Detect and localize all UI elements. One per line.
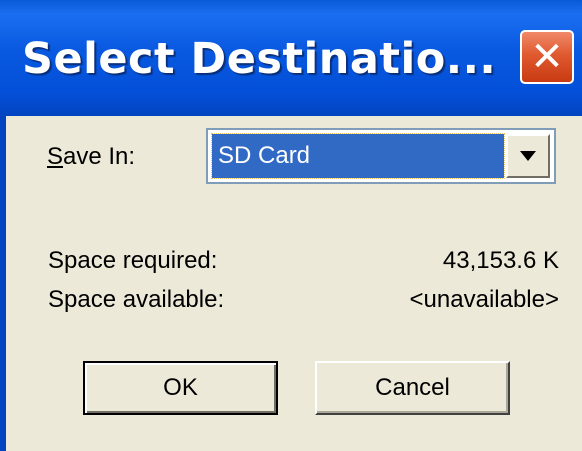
- cancel-button[interactable]: Cancel: [315, 361, 510, 415]
- close-button[interactable]: ✕: [520, 30, 574, 84]
- save-in-label: Save In:: [47, 143, 135, 171]
- save-in-label-mnemonic: S: [47, 143, 64, 170]
- space-available-label: Space available:: [48, 286, 225, 313]
- save-in-dropdown[interactable]: SD Card: [206, 128, 556, 184]
- save-in-selected-value[interactable]: SD Card: [211, 133, 505, 179]
- window-title: Select Destinatio...: [22, 34, 497, 84]
- space-required-label: Space required:: [48, 247, 218, 274]
- space-required-value: 43,153.6 K: [442, 247, 559, 274]
- dialog-window: Select Destinatio... ✕ Save In: SD Card …: [0, 0, 582, 451]
- close-icon: ✕: [530, 34, 564, 80]
- dropdown-button[interactable]: [506, 134, 550, 178]
- space-available-value: <unavailable>: [409, 286, 559, 313]
- save-in-label-text: ave In:: [63, 143, 136, 170]
- window-frame-left: [0, 116, 6, 451]
- chevron-down-icon: [520, 151, 536, 161]
- cancel-button-label: Cancel: [375, 374, 450, 401]
- title-bar[interactable]: Select Destinatio... ✕: [0, 0, 582, 116]
- ok-button[interactable]: OK: [83, 361, 278, 415]
- ok-button-label: OK: [163, 374, 198, 401]
